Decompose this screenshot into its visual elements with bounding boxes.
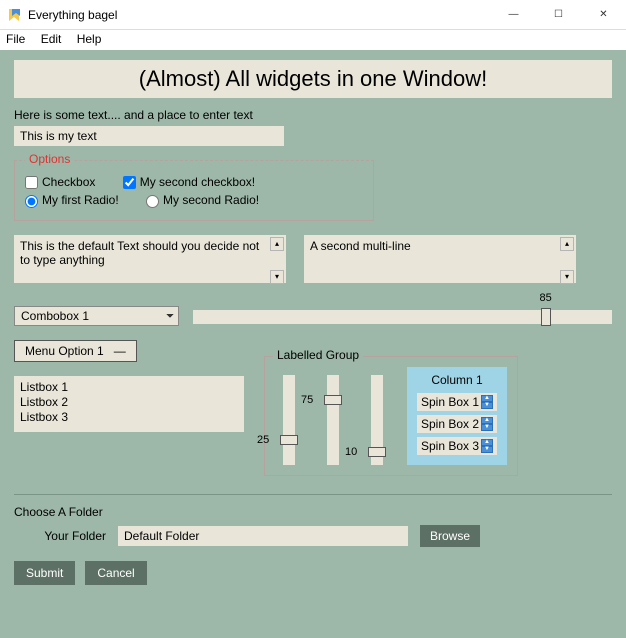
list-item[interactable]: Listbox 2 <box>20 395 238 410</box>
radio-2-label[interactable]: My second Radio! <box>146 193 259 207</box>
spin-column: Column 1 Spin Box 1 ▲▼ Spin Box 2 ▲▼ Spi… <box>407 367 507 465</box>
labelled-group-legend: Labelled Group <box>273 348 363 362</box>
window-controls: — ☐ ✕ <box>491 0 626 30</box>
checkbox-1-label[interactable]: Checkbox <box>25 175 95 189</box>
spin-column-header: Column 1 <box>417 373 497 387</box>
listbox[interactable]: Listbox 1 Listbox 2 Listbox 3 <box>14 376 244 432</box>
scrollbar-1[interactable]: ▴ ▾ <box>270 237 284 284</box>
scrollbar-2[interactable]: ▴ ▾ <box>560 237 574 284</box>
vertical-slider-2[interactable]: 75 <box>319 375 345 465</box>
slider-thumb[interactable] <box>541 308 551 326</box>
checkbox-2[interactable] <box>123 176 136 189</box>
vertical-slider-3[interactable]: 10 <box>363 375 389 465</box>
app-icon <box>6 7 22 23</box>
scroll-down-icon[interactable]: ▾ <box>560 270 574 284</box>
scroll-down-icon[interactable]: ▾ <box>270 270 284 284</box>
folder-section-label: Choose A Folder <box>14 505 612 519</box>
menubar: File Edit Help <box>0 30 626 50</box>
labelled-group: Labelled Group 25 75 10 Column 1 Spin Bo… <box>264 356 518 476</box>
folder-input[interactable] <box>118 526 408 546</box>
spin-down-icon[interactable]: ▼ <box>481 402 493 409</box>
spinbox-1[interactable]: Spin Box 1 ▲▼ <box>417 393 497 411</box>
multiline-1[interactable] <box>14 235 286 283</box>
spin-down-icon[interactable]: ▼ <box>481 446 493 453</box>
slider-thumb[interactable] <box>324 395 342 405</box>
text-input[interactable] <box>14 126 284 146</box>
folder-field-label: Your Folder <box>14 529 106 543</box>
submit-button[interactable]: Submit <box>14 561 75 585</box>
radio-2[interactable] <box>146 195 159 208</box>
cancel-button[interactable]: Cancel <box>85 561 146 585</box>
combobox[interactable]: Combobox 1 <box>14 306 179 326</box>
vertical-slider-1[interactable]: 25 <box>275 375 301 465</box>
checkbox-1[interactable] <box>25 176 38 189</box>
browse-button[interactable]: Browse <box>420 525 480 547</box>
menu-edit[interactable]: Edit <box>41 32 62 46</box>
scroll-up-icon[interactable]: ▴ <box>270 237 284 251</box>
options-legend: Options <box>25 152 74 166</box>
horizontal-slider[interactable]: 85 <box>193 306 612 328</box>
maximize-button[interactable]: ☐ <box>536 0 581 30</box>
scroll-up-icon[interactable]: ▴ <box>560 237 574 251</box>
multiline-2[interactable] <box>304 235 576 283</box>
close-button[interactable]: ✕ <box>581 0 626 30</box>
slider-thumb[interactable] <box>368 447 386 457</box>
window-title: Everything bagel <box>28 8 491 22</box>
spin-up-icon[interactable]: ▲ <box>481 395 493 402</box>
slider-value: 85 <box>540 292 552 304</box>
titlebar: Everything bagel — ☐ ✕ <box>0 0 626 30</box>
headline: (Almost) All widgets in one Window! <box>14 60 612 98</box>
client-area: (Almost) All widgets in one Window! Here… <box>0 50 626 638</box>
menu-arrow-icon: — <box>114 344 126 358</box>
spinbox-3[interactable]: Spin Box 3 ▲▼ <box>417 437 497 455</box>
menu-help[interactable]: Help <box>77 32 102 46</box>
list-item[interactable]: Listbox 3 <box>20 410 238 425</box>
spinbox-2[interactable]: Spin Box 2 ▲▼ <box>417 415 497 433</box>
spin-down-icon[interactable]: ▼ <box>481 424 493 431</box>
spin-up-icon[interactable]: ▲ <box>481 417 493 424</box>
separator <box>14 494 612 495</box>
radio-1-label[interactable]: My first Radio! <box>25 193 119 207</box>
minimize-button[interactable]: — <box>491 0 536 30</box>
list-item[interactable]: Listbox 1 <box>20 380 238 395</box>
menu-option-button[interactable]: Menu Option 1 — <box>14 340 137 362</box>
radio-1[interactable] <box>25 195 38 208</box>
menu-file[interactable]: File <box>6 32 25 46</box>
options-fieldset: Options Checkbox My second checkbox! My … <box>14 160 374 221</box>
checkbox-2-label[interactable]: My second checkbox! <box>123 175 255 189</box>
intro-label: Here is some text.... and a place to ent… <box>14 108 612 122</box>
spin-up-icon[interactable]: ▲ <box>481 439 493 446</box>
slider-thumb[interactable] <box>280 435 298 445</box>
